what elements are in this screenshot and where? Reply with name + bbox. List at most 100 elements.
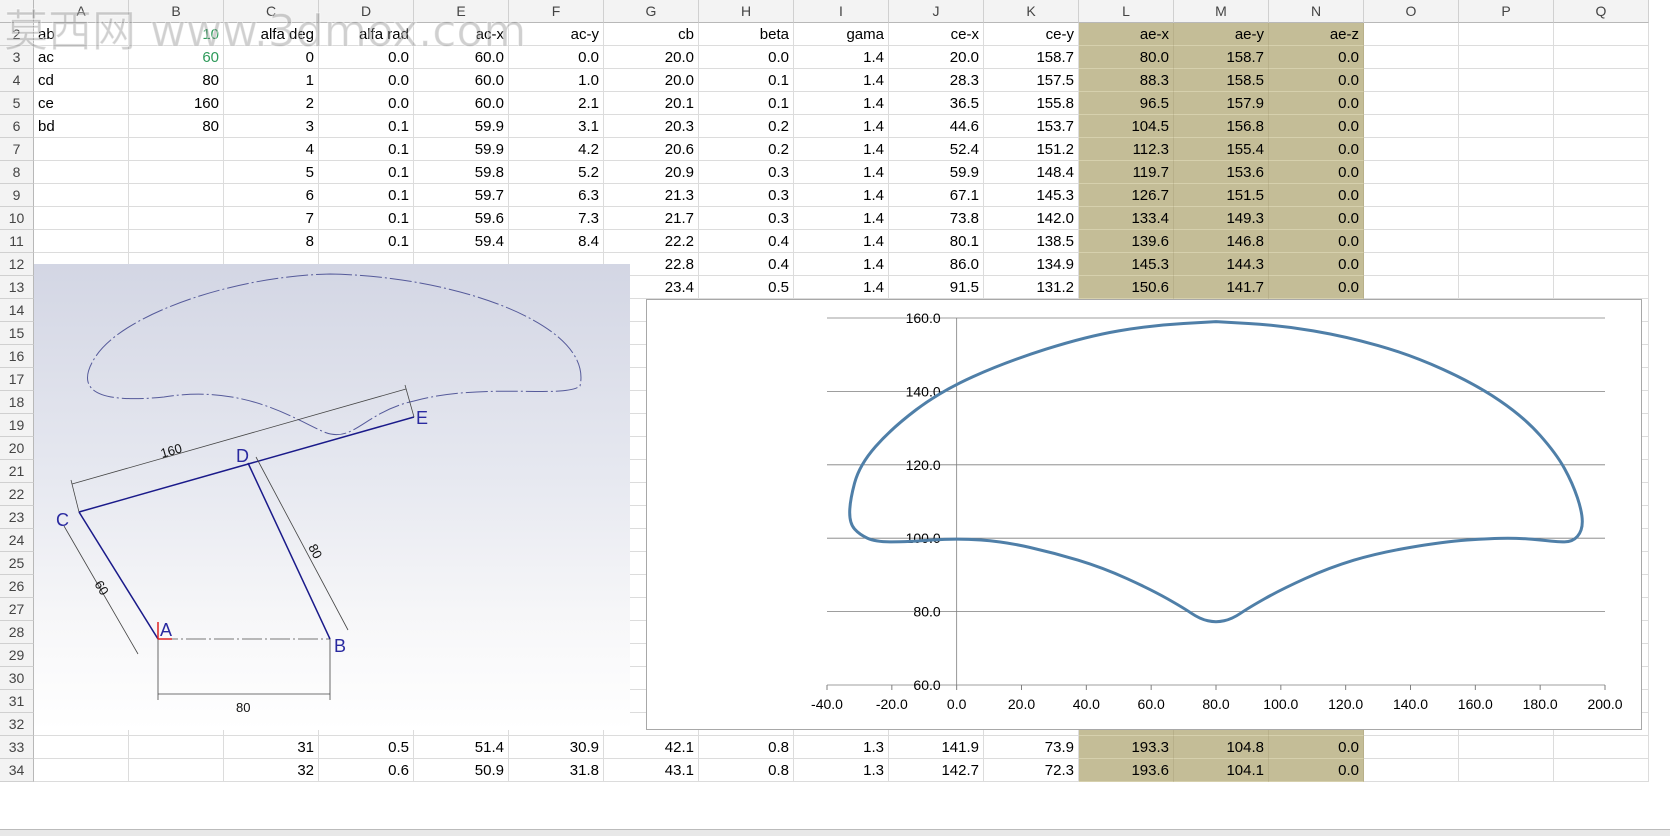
row-header[interactable]: 25 xyxy=(0,552,34,575)
cell-value[interactable]: 2.1 xyxy=(509,92,604,115)
cell-value[interactable]: 0.1 xyxy=(319,161,414,184)
cell-value[interactable]: 3.1 xyxy=(509,115,604,138)
cell-value[interactable]: 193.3 xyxy=(1079,736,1174,759)
cell-value[interactable]: 1 xyxy=(224,69,319,92)
cell-value[interactable]: 134.9 xyxy=(984,253,1079,276)
row-header[interactable]: 17 xyxy=(0,368,34,391)
cell-value[interactable]: 20.3 xyxy=(604,115,699,138)
cell-value[interactable]: 0.1 xyxy=(319,115,414,138)
cell-value[interactable]: 80 xyxy=(129,69,224,92)
cell-value[interactable]: ac-y xyxy=(509,23,604,46)
cell[interactable] xyxy=(1554,46,1649,69)
cell[interactable] xyxy=(1364,138,1459,161)
cell-value[interactable]: 28.3 xyxy=(889,69,984,92)
cell-value[interactable]: 0.0 xyxy=(1269,207,1364,230)
cell-value[interactable]: 146.8 xyxy=(1174,230,1269,253)
cell-value[interactable]: 36.5 xyxy=(889,92,984,115)
cell[interactable] xyxy=(1459,161,1554,184)
cell-value[interactable]: 156.8 xyxy=(1174,115,1269,138)
cell-value[interactable]: 0.0 xyxy=(1269,161,1364,184)
column-header-a[interactable]: A xyxy=(34,0,129,23)
cell-value[interactable]: ae-x xyxy=(1079,23,1174,46)
cell-value[interactable]: 60.0 xyxy=(414,92,509,115)
cell-value[interactable]: 193.6 xyxy=(1079,759,1174,782)
row-header[interactable]: 22 xyxy=(0,483,34,506)
row-header[interactable]: 18 xyxy=(0,391,34,414)
cell-value[interactable]: 0.0 xyxy=(1269,184,1364,207)
column-header-e[interactable]: E xyxy=(414,0,509,23)
cell-value[interactable]: 0.8 xyxy=(699,759,794,782)
cell-value[interactable] xyxy=(34,230,129,253)
row-header[interactable]: 19 xyxy=(0,414,34,437)
cell[interactable] xyxy=(1554,759,1649,782)
cell-value[interactable]: ac xyxy=(34,46,129,69)
cell-value[interactable]: 4 xyxy=(224,138,319,161)
cell-value[interactable]: 0.2 xyxy=(699,115,794,138)
cell[interactable] xyxy=(1554,138,1649,161)
cell[interactable] xyxy=(1459,115,1554,138)
cell-value[interactable]: 0.5 xyxy=(699,276,794,299)
cell-value[interactable]: 0.0 xyxy=(1269,276,1364,299)
cell[interactable] xyxy=(1554,161,1649,184)
cell-value[interactable]: 1.4 xyxy=(794,46,889,69)
cell-value[interactable] xyxy=(34,207,129,230)
row-header[interactable]: 16 xyxy=(0,345,34,368)
series-line-0[interactable] xyxy=(848,320,1584,624)
cell-value[interactable]: 51.4 xyxy=(414,736,509,759)
row-header[interactable]: 4 xyxy=(0,69,34,92)
cell-value[interactable]: 158.7 xyxy=(984,46,1079,69)
row-header[interactable]: 15 xyxy=(0,322,34,345)
row-header[interactable]: 8 xyxy=(0,161,34,184)
cell-value[interactable]: 20.9 xyxy=(604,161,699,184)
cell-value[interactable]: 1.3 xyxy=(794,759,889,782)
cell-value[interactable]: 1.4 xyxy=(794,276,889,299)
row-header[interactable]: 32 xyxy=(0,713,34,736)
cell-value[interactable]: 150.6 xyxy=(1079,276,1174,299)
row-header[interactable]: 30 xyxy=(0,667,34,690)
cell-value[interactable]: 52.4 xyxy=(889,138,984,161)
cell-value[interactable] xyxy=(129,736,224,759)
cell-value[interactable]: 104.5 xyxy=(1079,115,1174,138)
cell[interactable] xyxy=(1364,230,1459,253)
cell-value[interactable]: 0.0 xyxy=(319,69,414,92)
cell-value[interactable]: 0.0 xyxy=(319,46,414,69)
cell-value[interactable]: 0.0 xyxy=(509,46,604,69)
column-header-p[interactable]: P xyxy=(1459,0,1554,23)
cell-value[interactable]: 133.4 xyxy=(1079,207,1174,230)
cell-value[interactable]: 153.7 xyxy=(984,115,1079,138)
cell[interactable] xyxy=(1364,69,1459,92)
cell-value[interactable]: 0.4 xyxy=(699,253,794,276)
cell-value[interactable]: 0.1 xyxy=(319,184,414,207)
cell[interactable] xyxy=(1459,253,1554,276)
cell-value[interactable]: 60 xyxy=(129,46,224,69)
cell-value[interactable]: 22.2 xyxy=(604,230,699,253)
column-header-o[interactable]: O xyxy=(1364,0,1459,23)
cell-value[interactable]: 2 xyxy=(224,92,319,115)
cell-value[interactable]: 0.3 xyxy=(699,184,794,207)
cell-value[interactable]: 8.4 xyxy=(509,230,604,253)
cell-value[interactable]: 0 xyxy=(224,46,319,69)
row-header[interactable]: 5 xyxy=(0,92,34,115)
cell[interactable] xyxy=(1459,69,1554,92)
cell-value[interactable]: 155.4 xyxy=(1174,138,1269,161)
cell-value[interactable]: 0.0 xyxy=(1269,92,1364,115)
cell[interactable] xyxy=(1459,46,1554,69)
cell-value[interactable]: 1.4 xyxy=(794,92,889,115)
cell-value[interactable]: 142.7 xyxy=(889,759,984,782)
cell-value[interactable]: 59.4 xyxy=(414,230,509,253)
cell-value[interactable]: 151.5 xyxy=(1174,184,1269,207)
cell-value[interactable]: 1.3 xyxy=(794,736,889,759)
row-header[interactable]: 23 xyxy=(0,506,34,529)
row-header[interactable]: 29 xyxy=(0,644,34,667)
cell-value[interactable]: 21.7 xyxy=(604,207,699,230)
cell[interactable] xyxy=(1364,276,1459,299)
row-header[interactable]: 7 xyxy=(0,138,34,161)
cell[interactable] xyxy=(1364,736,1459,759)
cell-value[interactable]: 1.0 xyxy=(509,69,604,92)
row-header[interactable]: 3 xyxy=(0,46,34,69)
cell-value[interactable]: 0.0 xyxy=(1269,759,1364,782)
cell-value[interactable]: 32 xyxy=(224,759,319,782)
row-header[interactable]: 27 xyxy=(0,598,34,621)
cell-value[interactable]: 160 xyxy=(129,92,224,115)
cell-value[interactable] xyxy=(34,161,129,184)
